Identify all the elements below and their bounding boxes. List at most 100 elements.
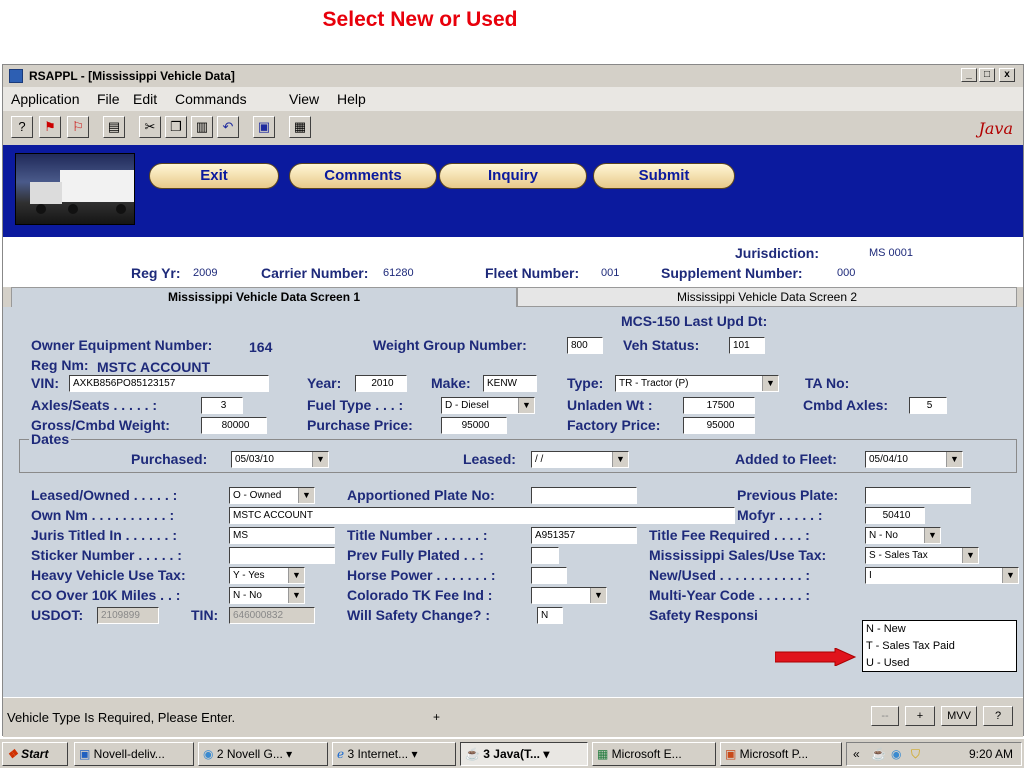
tab-screen-1[interactable]: Mississippi Vehicle Data Screen 1: [11, 287, 517, 307]
menu-edit[interactable]: Edit: [133, 91, 157, 107]
tray-java-icon[interactable]: ☕: [871, 743, 886, 765]
tray-chevron-icon[interactable]: «: [853, 743, 860, 765]
ms-sales-tax-select[interactable]: S - Sales Tax ▼: [865, 547, 979, 564]
status-help-button[interactable]: ?: [983, 706, 1013, 726]
task-label: 3 Java(T...: [483, 747, 540, 761]
purchase-price-input[interactable]: 95000: [441, 417, 507, 434]
mvv-button[interactable]: MVV: [941, 706, 977, 726]
menu-commands[interactable]: Commands: [175, 91, 247, 107]
carrier-value: 61280: [383, 267, 414, 279]
help-icon[interactable]: ?: [11, 116, 33, 138]
unladen-input[interactable]: 17500: [683, 397, 755, 414]
task-microsoft-excel[interactable]: ▦ Microsoft E...: [592, 742, 716, 766]
cmbd-axles-input[interactable]: 5: [909, 397, 947, 414]
horse-power-input[interactable]: [531, 567, 567, 584]
chevron-down-icon: ▼: [612, 452, 628, 467]
reg-yr-value: 2009: [193, 267, 218, 279]
taskbar: ❖ Start ▣ Novell-deliv... ◉ 2 Novell G..…: [0, 738, 1024, 768]
vin-input[interactable]: AXKB856PO85123157: [69, 375, 269, 392]
co-over-10k-select[interactable]: N - No ▼: [229, 587, 305, 604]
menu-application[interactable]: Application: [11, 91, 80, 107]
prev-fully-plated-label: Prev Fully Plated . . :: [347, 547, 484, 563]
minimize-button[interactable]: _: [961, 68, 977, 82]
save-icon[interactable]: ▣: [253, 116, 275, 138]
cut-icon[interactable]: ✂: [139, 116, 161, 138]
title-fee-select[interactable]: N - No ▼: [865, 527, 941, 544]
juris-titled-label: Juris Titled In . . . . . . :: [31, 527, 177, 543]
print-icon[interactable]: ▤: [103, 116, 125, 138]
weight-group-input[interactable]: 800: [567, 337, 603, 354]
task-novell-deliv[interactable]: ▣ Novell-deliv...: [74, 742, 194, 766]
java-app-icon: [9, 69, 23, 83]
purchased-date-select[interactable]: 05/03/10 ▼: [231, 451, 329, 468]
exit-button[interactable]: Exit: [149, 163, 279, 189]
leased-owned-select[interactable]: O - Owned ▼: [229, 487, 315, 504]
leased-label: Leased:: [463, 451, 516, 467]
will-safety-change-input[interactable]: N: [537, 607, 563, 624]
usdot-label: USDOT:: [31, 607, 84, 623]
new-used-select[interactable]: I ▼: [865, 567, 1019, 584]
title-number-input[interactable]: A951357: [531, 527, 637, 544]
gross-weight-input[interactable]: 80000: [201, 417, 267, 434]
copy-icon[interactable]: ❐: [165, 116, 187, 138]
option-new[interactable]: N - New: [863, 621, 1016, 638]
axles-input[interactable]: 3: [201, 397, 243, 414]
next-record-button[interactable]: +: [905, 706, 935, 726]
added-to-fleet-select[interactable]: 05/04/10 ▼: [865, 451, 963, 468]
submit-button[interactable]: Submit: [593, 163, 735, 189]
fleet-label: Fleet Number:: [485, 265, 580, 281]
juris-titled-input[interactable]: MS: [229, 527, 335, 544]
task-novell-group[interactable]: ◉ 2 Novell G... ▾: [198, 742, 328, 766]
flag-icon[interactable]: ⚐: [67, 116, 89, 138]
reg-yr-label: Reg Yr:: [131, 265, 181, 281]
fuel-type-select[interactable]: D - Diesel ▼: [441, 397, 535, 414]
prev-fully-plated-input[interactable]: [531, 547, 559, 564]
menu-view[interactable]: View: [289, 91, 319, 107]
previous-plate-input[interactable]: [865, 487, 971, 504]
close-button[interactable]: x: [999, 68, 1015, 82]
menu-file[interactable]: File: [97, 91, 120, 107]
task-microsoft-powerpoint[interactable]: ▣ Microsoft P...: [720, 742, 842, 766]
tray-network-icon[interactable]: ◉: [891, 743, 901, 765]
make-input[interactable]: KENW: [483, 375, 537, 392]
safety-responsibility-label: Safety Responsi: [649, 607, 758, 623]
title-bar[interactable]: RSAPPL - [Mississippi Vehicle Data] _ □ …: [3, 65, 1023, 87]
prev-record-button[interactable]: --: [871, 706, 899, 726]
factory-price-input[interactable]: 95000: [683, 417, 755, 434]
calculator-icon[interactable]: ▦: [289, 116, 311, 138]
tray-shield-icon[interactable]: ⛉: [911, 743, 920, 765]
comments-button[interactable]: Comments: [289, 163, 437, 189]
task-internet[interactable]: ℯ 3 Internet... ▾: [332, 742, 456, 766]
colorado-tk-fee-label: Colorado TK Fee Ind :: [347, 587, 493, 603]
option-sales-tax-paid[interactable]: T - Sales Tax Paid: [863, 638, 1016, 655]
inquiry-button[interactable]: Inquiry: [439, 163, 587, 189]
heavy-vehicle-tax-select[interactable]: Y - Yes ▼: [229, 567, 305, 584]
purchased-label: Purchased:: [131, 451, 208, 467]
undo-icon[interactable]: ↶: [217, 116, 239, 138]
mofyr-input[interactable]: 50410: [865, 507, 925, 524]
chevron-down-icon: ▼: [946, 452, 962, 467]
tab-screen-2[interactable]: Mississippi Vehicle Data Screen 2: [517, 287, 1017, 307]
own-nm-input[interactable]: MSTC ACCOUNT: [229, 507, 735, 524]
task-label: Microsoft P...: [739, 747, 809, 761]
status-indicator: +: [433, 710, 441, 724]
paste-icon[interactable]: ▥: [191, 116, 213, 138]
mcs150-label: MCS-150 Last Upd Dt:: [621, 313, 768, 329]
apportioned-plate-input[interactable]: [531, 487, 637, 504]
horse-power-label: Horse Power . . . . . . . :: [347, 567, 496, 583]
flag-red-icon[interactable]: ⚑: [39, 116, 61, 138]
menu-help[interactable]: Help: [337, 91, 366, 107]
colorado-tk-fee-select[interactable]: ▼: [531, 587, 607, 604]
sticker-number-input[interactable]: [229, 547, 335, 564]
start-button[interactable]: ❖ Start: [2, 742, 68, 766]
option-used[interactable]: U - Used: [863, 655, 1016, 672]
leased-date-select[interactable]: / / ▼: [531, 451, 629, 468]
heavy-vehicle-tax-value: Y - Yes: [233, 570, 265, 581]
year-input[interactable]: 2010: [355, 375, 407, 392]
toolbar: ? ⚑ ⚐ ▤ ✂ ❐ ▥ ↶ ▣ ▦ Java: [3, 111, 1023, 145]
task-java[interactable]: ☕ 3 Java(T... ▾: [460, 742, 588, 766]
maximize-button[interactable]: □: [979, 68, 995, 82]
veh-status-input[interactable]: 101: [729, 337, 765, 354]
title-fee-label: Title Fee Required . . . . :: [649, 527, 810, 543]
type-select[interactable]: TR - Tractor (P) ▼: [615, 375, 779, 392]
